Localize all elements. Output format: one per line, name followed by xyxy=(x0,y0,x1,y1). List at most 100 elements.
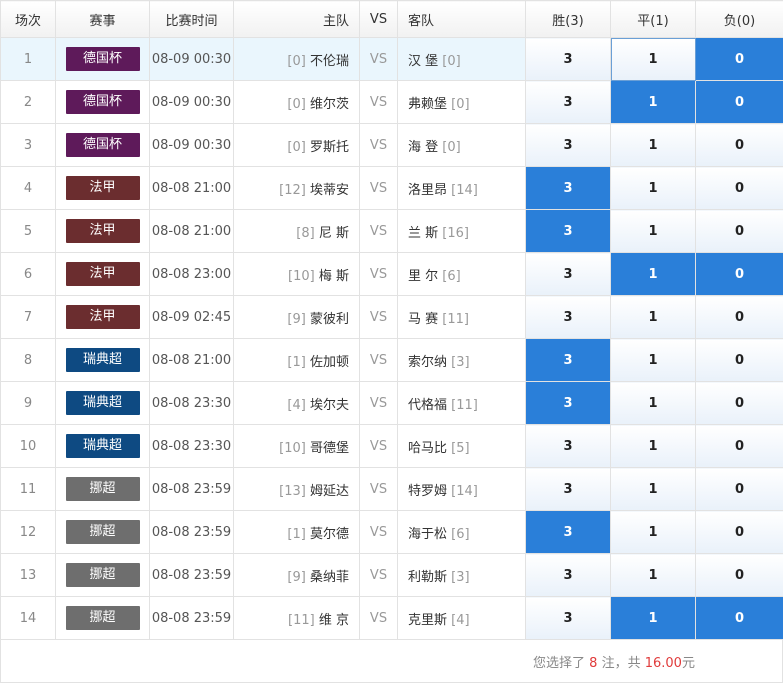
odd-draw-button[interactable]: 1 xyxy=(610,338,696,382)
header-win: 胜(3) xyxy=(525,0,611,38)
home-name: 埃尔夫 xyxy=(309,397,349,413)
away-team: 洛里昂 [14] xyxy=(397,166,526,210)
table-row: 4 法甲 08-08 21:00 [12] 埃蒂安 VS 洛里昂 [14] 3 1 0 xyxy=(0,166,783,210)
match-number: 12 xyxy=(0,510,56,554)
away-name: 哈马比 xyxy=(408,440,448,456)
away-rank: [0] xyxy=(451,96,470,112)
away-rank: [3] xyxy=(451,569,470,585)
league-cell: 法甲 xyxy=(55,252,150,296)
vs-label: VS xyxy=(359,467,398,511)
home-name: 梅 斯 xyxy=(318,268,349,284)
match-time: 08-09 00:30 xyxy=(149,37,234,81)
match-number: 9 xyxy=(0,381,56,425)
vs-label: VS xyxy=(359,123,398,167)
summary-suffix: 元 xyxy=(681,656,695,671)
home-rank: [13] xyxy=(279,483,306,499)
odd-draw-button[interactable]: 1 xyxy=(610,37,696,81)
match-time: 08-08 23:00 xyxy=(149,252,234,296)
odd-draw-button[interactable]: 1 xyxy=(610,510,696,554)
summary-mid: 注，共 xyxy=(601,656,641,671)
odd-win-button[interactable]: 3 xyxy=(525,166,611,210)
vs-label: VS xyxy=(359,80,398,124)
header-loss: 负(0) xyxy=(695,0,783,38)
odd-win-button[interactable]: 3 xyxy=(525,37,611,81)
odd-loss-button[interactable]: 0 xyxy=(695,166,783,210)
away-rank: [0] xyxy=(442,53,461,69)
odd-draw-button[interactable]: 1 xyxy=(610,80,696,124)
away-name: 代格福 xyxy=(408,397,448,413)
odd-loss-button[interactable]: 0 xyxy=(695,338,783,382)
odd-win-button[interactable]: 3 xyxy=(525,252,611,296)
home-name: 埃蒂安 xyxy=(309,182,349,198)
match-time: 08-09 00:30 xyxy=(149,123,234,167)
odd-win-button[interactable]: 3 xyxy=(525,553,611,597)
table-row: 8 瑞典超 08-08 21:00 [1] 佐加顿 VS 索尔纳 [3] 3 1 0 xyxy=(0,338,783,382)
odd-loss-button[interactable]: 0 xyxy=(695,295,783,339)
odd-draw-button[interactable]: 1 xyxy=(610,467,696,511)
odd-win-button[interactable]: 3 xyxy=(525,381,611,425)
away-team: 代格福 [11] xyxy=(397,381,526,425)
odd-draw-button[interactable]: 1 xyxy=(610,166,696,210)
odd-draw-button[interactable]: 1 xyxy=(610,381,696,425)
league-cell: 挪超 xyxy=(55,467,150,511)
match-table: 场次 赛事 比赛时间 主队 VS 客队 胜(3) 平(1) 负(0) 1 德国杯 0… xyxy=(0,0,783,640)
odd-win-button[interactable]: 3 xyxy=(525,209,611,253)
odd-win-button[interactable]: 3 xyxy=(525,123,611,167)
odd-draw-button[interactable]: 1 xyxy=(610,596,696,640)
league-badge: 瑞典超 xyxy=(65,434,140,458)
odd-loss-button[interactable]: 0 xyxy=(695,467,783,511)
odd-draw-button[interactable]: 1 xyxy=(610,424,696,468)
odd-win-button[interactable]: 3 xyxy=(525,338,611,382)
odd-loss-button[interactable]: 0 xyxy=(695,80,783,124)
odd-win-button[interactable]: 3 xyxy=(525,467,611,511)
league-badge: 挪超 xyxy=(65,477,140,501)
away-rank: [6] xyxy=(451,526,470,542)
league-cell: 瑞典超 xyxy=(55,381,150,425)
match-time: 08-08 23:30 xyxy=(149,424,234,468)
home-rank: [9] xyxy=(287,311,306,327)
odd-draw-button[interactable]: 1 xyxy=(610,295,696,339)
league-badge: 法甲 xyxy=(65,176,140,200)
odd-win-button[interactable]: 3 xyxy=(525,424,611,468)
odd-win-button[interactable]: 3 xyxy=(525,295,611,339)
league-cell: 德国杯 xyxy=(55,37,150,81)
away-name: 海于松 xyxy=(408,526,448,542)
odd-draw-button[interactable]: 1 xyxy=(610,123,696,167)
match-number: 8 xyxy=(0,338,56,382)
vs-label: VS xyxy=(359,37,398,81)
odd-win-button[interactable]: 3 xyxy=(525,510,611,554)
league-cell: 法甲 xyxy=(55,209,150,253)
odd-loss-button[interactable]: 0 xyxy=(695,553,783,597)
odd-win-button[interactable]: 3 xyxy=(525,596,611,640)
odd-loss-button[interactable]: 0 xyxy=(695,252,783,296)
away-rank: [14] xyxy=(451,182,478,198)
odd-loss-button[interactable]: 0 xyxy=(695,209,783,253)
home-rank: [1] xyxy=(287,526,306,542)
league-badge: 德国杯 xyxy=(65,133,140,157)
home-rank: [10] xyxy=(279,440,306,456)
odd-loss-button[interactable]: 0 xyxy=(695,510,783,554)
league-cell: 法甲 xyxy=(55,166,150,210)
match-number: 2 xyxy=(0,80,56,124)
away-team: 克里斯 [4] xyxy=(397,596,526,640)
odd-loss-button[interactable]: 0 xyxy=(695,123,783,167)
odd-win-button[interactable]: 3 xyxy=(525,80,611,124)
away-team: 弗赖堡 [0] xyxy=(397,80,526,124)
home-team: [9] 桑纳菲 xyxy=(233,553,360,597)
league-cell: 挪超 xyxy=(55,553,150,597)
odd-draw-button[interactable]: 1 xyxy=(610,252,696,296)
odd-loss-button[interactable]: 0 xyxy=(695,424,783,468)
match-number: 6 xyxy=(0,252,56,296)
odd-draw-button[interactable]: 1 xyxy=(610,553,696,597)
odd-draw-button[interactable]: 1 xyxy=(610,209,696,253)
home-team: [10] 梅 斯 xyxy=(233,252,360,296)
odd-loss-button[interactable]: 0 xyxy=(695,596,783,640)
summary-count: 8 xyxy=(589,656,598,671)
odd-loss-button[interactable]: 0 xyxy=(695,381,783,425)
match-time: 08-08 23:59 xyxy=(149,510,234,554)
odd-loss-button[interactable]: 0 xyxy=(695,37,783,81)
table-row: 14 挪超 08-08 23:59 [11] 维 京 VS 克里斯 [4] 3 1 0 xyxy=(0,596,783,640)
match-number: 10 xyxy=(0,424,56,468)
league-badge: 瑞典超 xyxy=(65,391,140,415)
away-name: 马 赛 xyxy=(408,311,439,327)
